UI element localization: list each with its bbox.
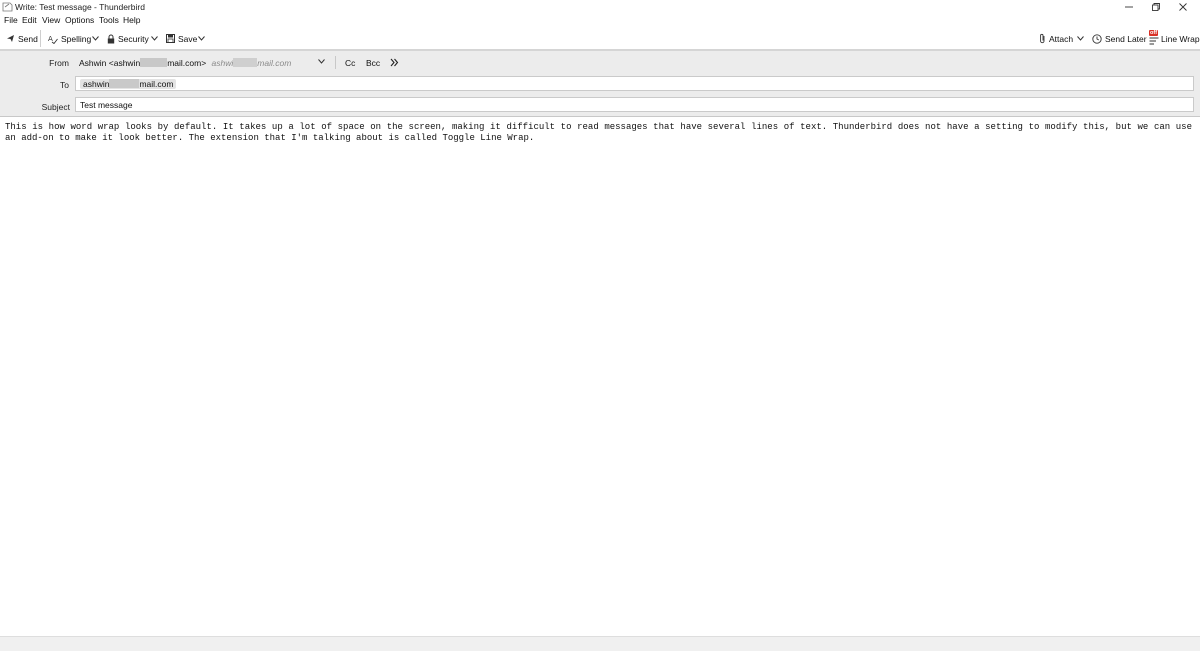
clock-icon	[1092, 33, 1102, 44]
security-dropdown[interactable]	[150, 32, 159, 45]
from-name-prefix: Ashwin <ashwin	[79, 58, 141, 68]
title-bar: Write: Test message - Thunderbird	[0, 0, 1200, 14]
menu-edit[interactable]: Edit	[22, 14, 37, 27]
chevron-down-icon	[198, 36, 205, 41]
more-fields-icon[interactable]	[390, 58, 399, 67]
redacted-block	[233, 58, 258, 67]
attach-button[interactable]: Attach	[1039, 32, 1073, 45]
from-alt-prefix: ashwi	[211, 58, 234, 68]
from-identity-select[interactable]: Ashwin <ashwin mail.com> ashwi mail.com	[79, 58, 291, 68]
cc-button[interactable]: Cc	[345, 58, 355, 68]
paperclip-icon	[1040, 33, 1045, 44]
to-prefix: ashwin	[83, 79, 110, 89]
compose-window-icon	[2, 2, 13, 12]
line-wrap-label: Line Wrap	[1161, 33, 1200, 44]
spelling-icon: A	[48, 35, 58, 44]
recipient-pill[interactable]: ashwin mail.com	[80, 79, 177, 89]
spelling-button[interactable]: A Spelling	[48, 32, 91, 45]
wrap-lines-icon	[1149, 37, 1159, 44]
header-separator	[335, 56, 336, 69]
chevron-down-icon	[1077, 36, 1084, 41]
save-icon	[166, 34, 175, 43]
send-button[interactable]: Send	[6, 32, 38, 45]
restore-button[interactable]	[1145, 0, 1167, 14]
menu-file[interactable]: File	[4, 14, 18, 27]
to-suffix: mail.com	[139, 79, 174, 89]
send-label: Send	[18, 33, 38, 44]
save-dropdown[interactable]	[197, 32, 206, 45]
subject-value: Test message	[80, 100, 133, 110]
window-title: Write: Test message - Thunderbird	[15, 2, 145, 12]
close-button[interactable]	[1172, 0, 1194, 14]
to-field[interactable]: ashwin mail.com	[75, 76, 1194, 91]
chevron-down-icon	[92, 36, 99, 41]
bcc-button[interactable]: Bcc	[366, 58, 380, 68]
from-dropdown-chevron-icon[interactable]	[318, 59, 325, 64]
message-body-text: This is how word wrap looks by default. …	[5, 122, 1192, 143]
lock-icon	[107, 34, 115, 43]
from-name-suffix: mail.com>	[167, 58, 207, 68]
message-body-editor[interactable]: This is how word wrap looks by default. …	[0, 117, 1200, 636]
save-button[interactable]: Save	[166, 32, 197, 45]
status-bar	[0, 636, 1200, 651]
line-wrap-button[interactable]: off Line Wrap	[1149, 29, 1200, 45]
send-later-button[interactable]: Send Later	[1092, 32, 1147, 45]
chevron-down-icon	[151, 36, 158, 41]
security-button[interactable]: Security	[107, 32, 149, 45]
minimize-button[interactable]	[1118, 0, 1140, 14]
menu-help[interactable]: Help	[123, 14, 140, 27]
from-alt-suffix: mail.com	[257, 58, 292, 68]
attach-dropdown[interactable]	[1076, 32, 1085, 45]
minimize-icon	[1125, 6, 1133, 8]
to-label: To	[60, 80, 69, 90]
line-wrap-icon: off	[1149, 29, 1160, 45]
send-icon	[7, 35, 14, 42]
redacted-block	[140, 58, 168, 67]
close-icon	[1179, 3, 1187, 11]
toolbar-separator	[40, 30, 41, 47]
attach-label: Attach	[1049, 33, 1074, 44]
compose-toolbar: Send A Spelling Security Save Attach Sen…	[0, 28, 1200, 51]
spelling-dropdown[interactable]	[91, 32, 100, 45]
restore-icon	[1152, 3, 1160, 11]
subject-label: Subject	[41, 102, 70, 112]
line-wrap-badge: off	[1149, 29, 1159, 36]
message-header: From Ashwin <ashwin mail.com> ashwi mail.c…	[0, 51, 1200, 117]
menu-options[interactable]: Options	[65, 14, 94, 27]
security-label: Security	[118, 33, 149, 44]
spelling-label: Spelling	[61, 33, 92, 44]
menu-view[interactable]: View	[42, 14, 60, 27]
menu-bar: File Edit View Options Tools Help	[0, 14, 1200, 27]
save-label: Save	[178, 33, 198, 44]
redacted-block	[109, 79, 140, 88]
menu-tools[interactable]: Tools	[99, 14, 119, 27]
send-later-label: Send Later	[1105, 33, 1147, 44]
subject-field[interactable]: Test message	[75, 97, 1194, 112]
from-label: From	[49, 58, 69, 68]
